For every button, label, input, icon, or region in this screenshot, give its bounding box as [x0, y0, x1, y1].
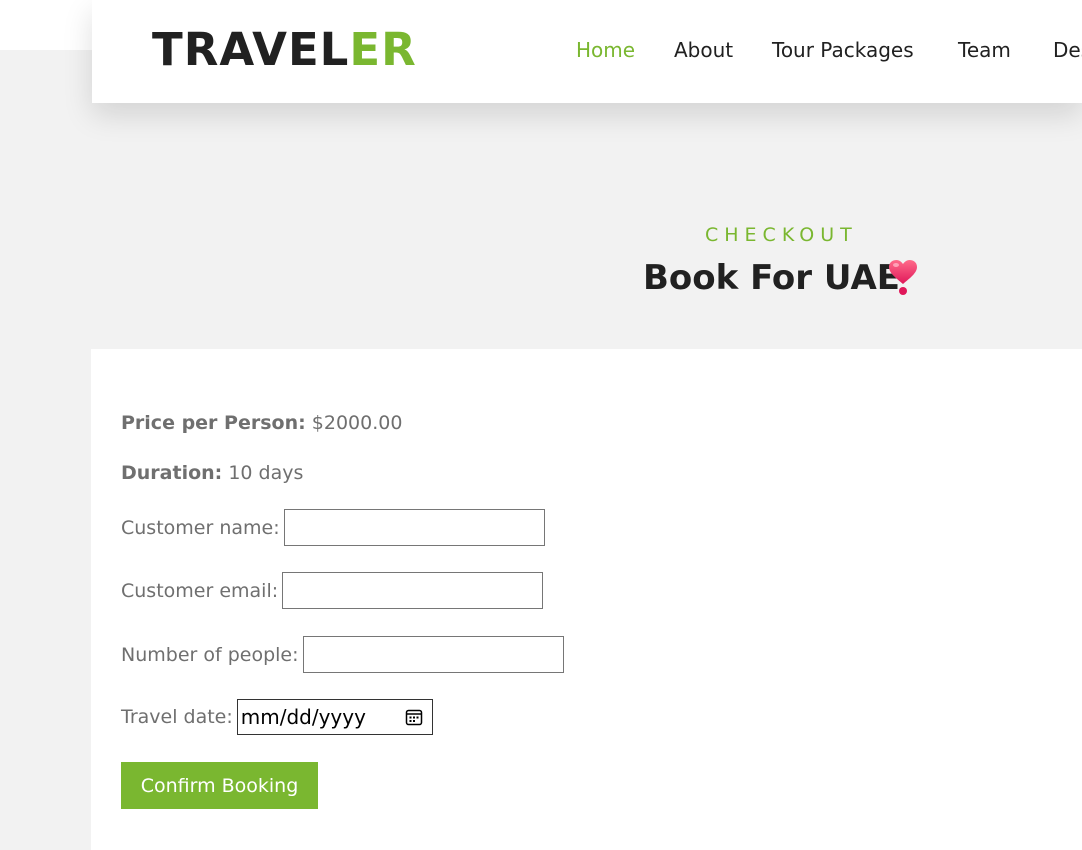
- heart-emoji-icon: [889, 260, 917, 295]
- travel-date-placeholder: mm/dd/yyyy: [240, 705, 366, 729]
- price-info: Price per Person: $2000.00: [121, 412, 402, 434]
- price-label: Price per Person:: [121, 412, 306, 434]
- duration-label: Duration:: [121, 462, 223, 484]
- calendar-icon[interactable]: [405, 708, 423, 726]
- confirm-booking-button[interactable]: Confirm Booking: [121, 762, 318, 809]
- price-value: $2000.00: [311, 412, 403, 434]
- brand-logo-part1: TRAVEL: [152, 23, 350, 76]
- duration-value: 10 days: [228, 462, 304, 484]
- nav-item-tour-packages[interactable]: Tour Packages: [772, 38, 914, 62]
- customer-name-label: Customer name:: [121, 516, 280, 539]
- navbar: TRAVELER Home About Tour Packages Team D…: [92, 0, 1082, 103]
- nav-item-home[interactable]: Home: [576, 38, 635, 62]
- top-left-strip: [0, 0, 92, 50]
- nav-item-destinations[interactable]: Des: [1053, 38, 1082, 62]
- travel-date-input[interactable]: mm/dd/yyyy: [236, 699, 433, 735]
- brand-logo[interactable]: TRAVELER: [152, 25, 417, 75]
- page-subtitle: CHECKOUT: [705, 224, 858, 246]
- travel-date-label: Travel date:: [121, 706, 233, 728]
- page-title: Book For UAE: [643, 258, 900, 298]
- brand-logo-part2: ER: [349, 23, 417, 76]
- number-of-people-input[interactable]: [302, 636, 564, 673]
- travel-date-row: Travel date: mm/dd/yyyy: [121, 699, 433, 735]
- duration-info: Duration: 10 days: [121, 462, 303, 484]
- customer-name-row: Customer name:: [121, 509, 545, 546]
- nav-item-team[interactable]: Team: [958, 38, 1011, 62]
- number-of-people-label: Number of people:: [121, 643, 299, 666]
- customer-email-label: Customer email:: [121, 579, 279, 602]
- number-of-people-row: Number of people:: [121, 636, 564, 673]
- nav-item-about[interactable]: About: [674, 38, 733, 62]
- booking-card: Price per Person: $2000.00 Duration: 10 …: [91, 349, 1082, 850]
- customer-email-input[interactable]: [282, 572, 544, 609]
- customer-name-input[interactable]: [283, 509, 545, 546]
- customer-email-row: Customer email:: [121, 572, 544, 609]
